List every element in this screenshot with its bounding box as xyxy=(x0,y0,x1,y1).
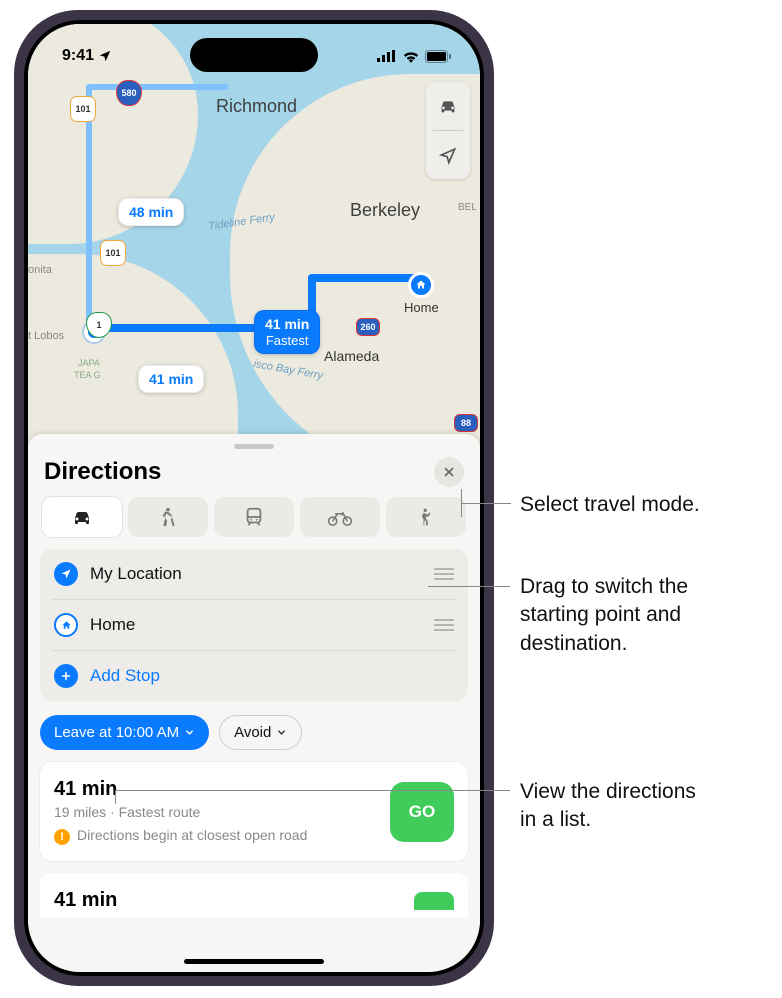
map-view[interactable]: Home 48 min 41 min 41 min Fastest 101 58… xyxy=(28,24,480,444)
destination-icon xyxy=(54,613,78,637)
route-alt-badge-1[interactable]: 48 min xyxy=(118,198,184,226)
origin-label: My Location xyxy=(90,564,422,584)
shield-580: 580 xyxy=(116,80,142,106)
route-primary-time: 41 min xyxy=(265,316,309,332)
label-tea: TEA G xyxy=(74,370,101,380)
location-arrow-icon xyxy=(438,145,458,165)
result-time-2: 41 min xyxy=(54,889,117,912)
add-stop-label: Add Stop xyxy=(90,666,454,686)
page-title: Directions xyxy=(44,458,161,486)
city-richmond: Richmond xyxy=(216,96,297,117)
reorder-handle[interactable] xyxy=(434,619,454,631)
transit-icon xyxy=(243,506,265,528)
go-label: GO xyxy=(409,802,435,822)
status-time: 9:41 xyxy=(62,47,94,65)
wifi-icon xyxy=(402,50,420,63)
mode-drive[interactable] xyxy=(42,497,122,537)
location-arrow-icon xyxy=(60,568,72,580)
route-options: Leave at 10:00 AM Avoid xyxy=(40,701,468,762)
home-indicator[interactable] xyxy=(184,959,324,964)
shield-101a: 101 xyxy=(70,96,96,122)
directions-sheet[interactable]: Directions xyxy=(28,434,480,972)
mode-bike[interactable] xyxy=(300,497,380,537)
travel-mode-picker xyxy=(40,497,468,549)
phone-notch xyxy=(190,38,318,72)
callout-travel-mode: Select travel mode. xyxy=(520,491,700,519)
result-subtitle: 19 miles · Fastest route xyxy=(54,804,376,820)
avoid-label: Avoid xyxy=(234,724,271,741)
car-icon xyxy=(437,95,459,117)
walk-icon xyxy=(157,506,179,528)
origin-icon xyxy=(54,562,78,586)
map-mode-button[interactable] xyxy=(426,82,470,130)
city-alameda: Alameda xyxy=(324,348,379,364)
go-button-peek[interactable] xyxy=(414,892,454,910)
shield-101b: 101 xyxy=(100,240,126,266)
bike-icon xyxy=(327,506,353,528)
add-icon xyxy=(54,664,78,688)
avoid-pill[interactable]: Avoid xyxy=(219,715,302,750)
close-button[interactable] xyxy=(434,457,464,487)
plus-icon xyxy=(60,670,72,682)
route-primary-badge[interactable]: 41 min Fastest xyxy=(254,310,320,354)
shield-260: 260 xyxy=(356,318,380,336)
depart-time-label: Leave at 10:00 AM xyxy=(54,724,179,741)
home-icon xyxy=(61,620,72,631)
destination-label: Home xyxy=(90,615,422,635)
map-controls xyxy=(426,82,470,179)
route-primary-tag: Fastest xyxy=(265,333,309,349)
label-japa: JAPA xyxy=(78,358,100,368)
warning-icon xyxy=(54,829,70,845)
route-result-card-2[interactable]: 41 min xyxy=(40,873,468,918)
route-alt-badge-2[interactable]: 41 min xyxy=(138,365,204,393)
chevron-down-icon xyxy=(184,727,195,738)
route-result-card[interactable]: 41 min 19 miles · Fastest route Directio… xyxy=(40,762,468,861)
route-stops-card: My Location Home Add Sto xyxy=(40,549,468,701)
stop-dest-row[interactable]: Home xyxy=(52,599,456,650)
destination-label: Home xyxy=(404,300,439,315)
callout-drag: Drag to switch the starting point and de… xyxy=(520,573,688,658)
destination-pin: Home xyxy=(404,272,439,315)
mode-rideshare[interactable] xyxy=(386,497,466,537)
hail-icon xyxy=(416,506,436,528)
mode-walk[interactable] xyxy=(128,497,208,537)
location-services-icon xyxy=(98,49,112,63)
tracking-button[interactable] xyxy=(426,131,470,179)
result-warning: Directions begin at closest open road xyxy=(77,827,307,843)
city-berkeley: Berkeley xyxy=(350,200,420,221)
depart-time-pill[interactable]: Leave at 10:00 AM xyxy=(40,715,209,750)
car-icon xyxy=(70,505,94,529)
label-bel: BEL xyxy=(458,202,477,213)
cellular-icon xyxy=(377,50,397,62)
callout-list: View the directions in a list. xyxy=(520,778,696,835)
add-stop-row[interactable]: Add Stop xyxy=(52,650,456,701)
mode-transit[interactable] xyxy=(214,497,294,537)
chevron-down-icon xyxy=(276,727,287,738)
sheet-grabber[interactable] xyxy=(234,444,274,449)
label-lobos: t Lobos xyxy=(28,330,64,342)
close-icon xyxy=(443,466,455,478)
label-bonita: onita xyxy=(28,264,52,276)
battery-icon xyxy=(425,50,452,63)
shield-880: 88 xyxy=(454,414,478,432)
stop-origin-row[interactable]: My Location xyxy=(52,549,456,599)
reorder-handle[interactable] xyxy=(434,568,454,580)
